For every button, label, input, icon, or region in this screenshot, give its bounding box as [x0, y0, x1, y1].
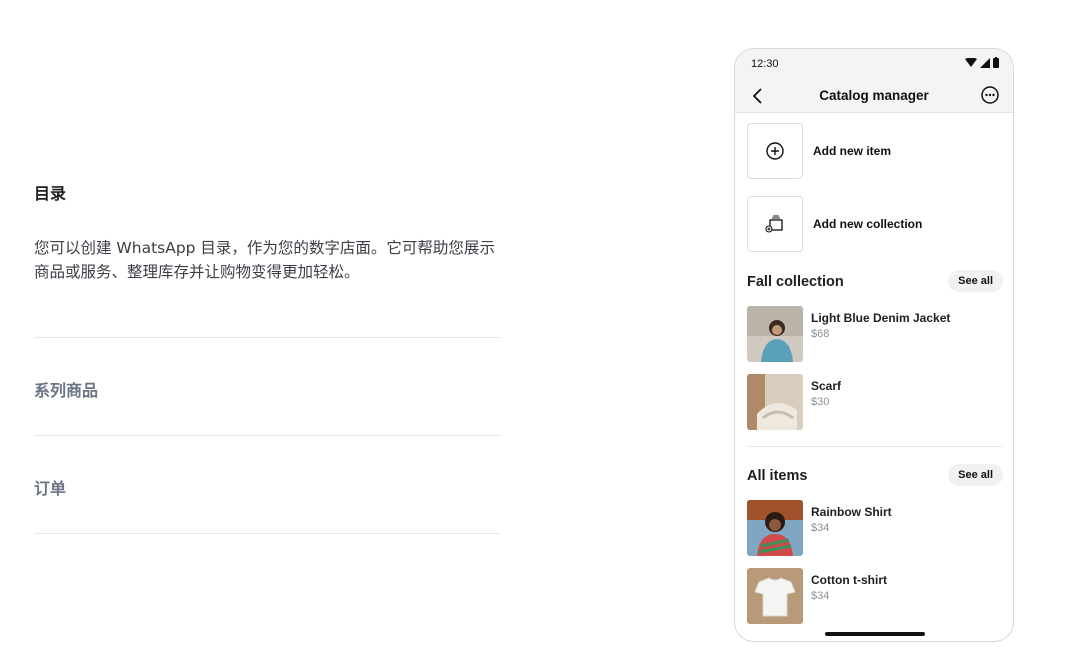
product-price: $30	[811, 396, 830, 408]
product-name: Scarf	[811, 379, 842, 393]
add-collection-tile	[747, 196, 803, 252]
product-name: Rainbow Shirt	[811, 505, 892, 519]
screen-title: Catalog manager	[819, 88, 929, 103]
product-price: $34	[811, 522, 830, 534]
section-description: 您可以创建 WhatsApp 目录，作为您的数字店面。它可帮助您展示商品或服务、…	[34, 239, 495, 281]
wifi-icon	[965, 57, 977, 67]
group-title: Fall collection	[747, 274, 844, 290]
list-item[interactable]: Rainbow Shirt $34	[747, 500, 1003, 556]
list-item[interactable]: Scarf $30	[747, 374, 1003, 430]
see-all-button[interactable]: See all	[948, 464, 1003, 486]
product-thumbnail	[747, 568, 803, 624]
product-name: Light Blue Denim Jacket	[811, 311, 951, 325]
section-title: 目录	[34, 184, 67, 203]
more-options-icon[interactable]	[979, 84, 1001, 106]
product-price: $68	[811, 328, 830, 340]
home-indicator	[825, 632, 925, 636]
phone-mockup: 12:30 Catalog manager Add new item Add n…	[734, 48, 1014, 642]
fall-collection-header: Fall collection See all	[747, 270, 1003, 294]
battery-icon	[993, 57, 999, 68]
product-thumbnail	[747, 306, 803, 362]
see-all-button[interactable]: See all	[948, 270, 1003, 292]
product-name: Cotton t-shirt	[811, 573, 887, 587]
add-new-collection-label: Add new collection	[813, 217, 923, 231]
divider	[34, 533, 500, 534]
accordion-item-collections[interactable]: 系列商品	[34, 377, 98, 401]
system-icons	[965, 57, 999, 68]
add-new-item-button[interactable]: Add new item	[747, 123, 1003, 179]
add-collection-icon	[765, 215, 783, 233]
divider	[34, 435, 500, 436]
product-thumbnail	[747, 374, 803, 430]
list-item[interactable]: Light Blue Denim Jacket $68	[747, 306, 1003, 362]
all-items-header: All items See all	[747, 464, 1003, 488]
divider	[34, 337, 500, 338]
add-new-collection-button[interactable]: Add new collection	[747, 196, 1003, 252]
status-time: 12:30	[751, 58, 779, 70]
group-title: All items	[747, 468, 808, 484]
list-item[interactable]: Cotton t-shirt $34	[747, 568, 1003, 624]
plus-circle-icon	[766, 142, 784, 160]
divider	[747, 446, 1003, 447]
add-new-item-label: Add new item	[813, 144, 892, 158]
add-item-tile	[747, 123, 803, 179]
app-bar: Catalog manager	[735, 79, 1013, 113]
accordion-item-orders[interactable]: 订单	[34, 475, 66, 499]
product-thumbnail	[747, 500, 803, 556]
status-bar: 12:30	[735, 49, 1013, 79]
product-price: $34	[811, 590, 830, 602]
signal-icon	[980, 57, 990, 68]
